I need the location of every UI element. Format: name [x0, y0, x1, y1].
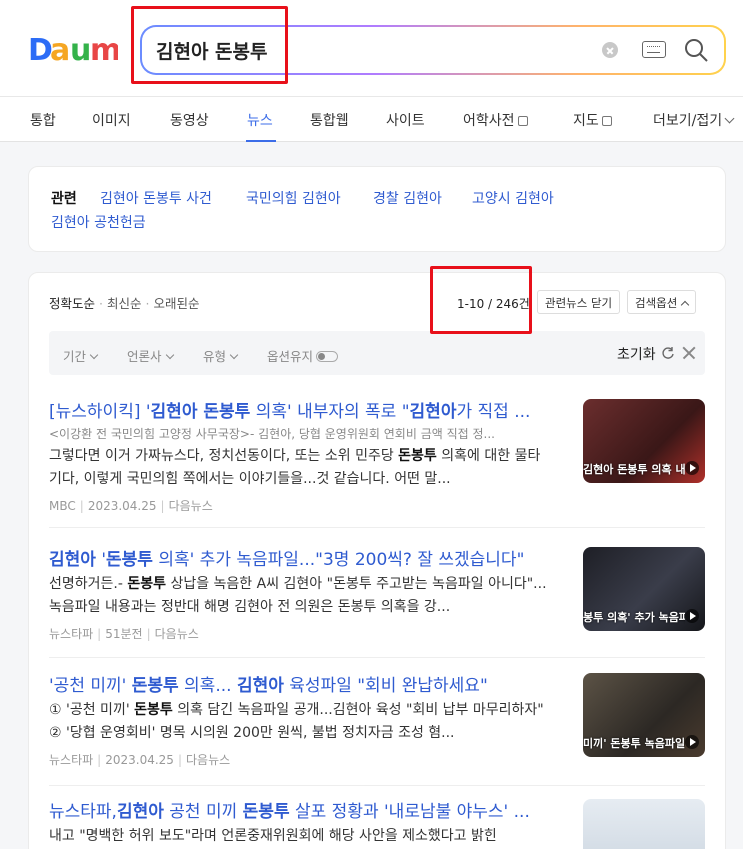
news-thumbnail[interactable]: 김현아 돈봉투 의혹 내부고발자의 폭로 [583, 399, 705, 483]
news-title[interactable]: '공천 미끼' 돈봉투 의혹... 김현아 육성파일 "회비 완납하세요" [49, 671, 549, 696]
tab-image[interactable]: 이미지 [92, 110, 131, 130]
news-date: 2023.04.25 [105, 753, 174, 767]
news-source[interactable]: MBC [49, 499, 76, 513]
thumbnail-caption: 김현아 돈봉투 의혹 내부고발자의 폭로 [583, 463, 685, 476]
svg-text:a: a [50, 33, 70, 66]
svg-text:m: m [90, 33, 118, 66]
tab-site[interactable]: 사이트 [386, 110, 425, 130]
tab-more-label: 더보기/접기 [653, 113, 723, 129]
play-icon [685, 609, 699, 623]
search-icon[interactable] [682, 36, 710, 64]
external-link-icon [517, 116, 528, 126]
news-source[interactable]: 뉴스타파 [49, 753, 93, 767]
tab-bar: 통합 이미지 동영상 뉴스 통합웹 사이트 어학사전 지도 더보기/접기 [0, 96, 743, 142]
news-title[interactable]: 뉴스타파,김현아 공천 미끼 돈봉투 살포 정황과 '내로남불 야누스' ... [49, 797, 549, 822]
tab-more[interactable]: 더보기/접기 [653, 110, 735, 130]
play-icon [685, 735, 699, 749]
news-subtitle: <이강환 전 국민의힘 고양정 사무국장>- 김현아, 당협 운영위원회 연회비… [49, 427, 495, 441]
chevron-down-icon [165, 350, 174, 360]
chevron-up-icon [681, 300, 690, 310]
filter-bar: 기간 언론사 유형 옵션유지 초기화 [49, 331, 705, 375]
news-meta: 뉴스타파 | 51분전 | 다음뉴스 [49, 627, 199, 641]
search-options-button[interactable]: 검색옵션 [627, 290, 697, 314]
external-link-icon [601, 116, 612, 126]
filter-type[interactable]: 유형 [203, 346, 239, 365]
search-options-label: 검색옵션 [635, 296, 678, 310]
tab-news[interactable]: 뉴스 [247, 110, 273, 130]
highlight-box-count [430, 266, 532, 334]
tab-web[interactable]: 통합웹 [310, 110, 349, 130]
chevron-down-icon [724, 113, 735, 124]
news-item: 뉴스타파,김현아 공천 미끼 돈봉투 살포 정황과 '내로남불 야누스' ...… [49, 797, 705, 849]
news-via[interactable]: 다음뉴스 [186, 753, 230, 767]
related-link[interactable]: 국민의힘 김현아 [246, 188, 341, 208]
related-link[interactable]: 김현아 공천헌금 [51, 212, 146, 232]
filter-keep-option-label: 옵션유지 [267, 349, 314, 364]
thumbnail-caption: 봉투 의혹' 추가 녹음파일 0씩? 잘 쓰겠습니다' [583, 611, 685, 624]
keyboard-icon[interactable] [642, 41, 666, 58]
news-date: 51분전 [105, 627, 143, 641]
news-snippet: ① '공천 미끼' 돈봉투 의혹 담긴 녹음파일 공개...김현아 육성 "회비… [49, 702, 544, 741]
news-date: 2023.04.25 [87, 499, 157, 513]
divider [49, 785, 705, 786]
refresh-icon [662, 347, 674, 359]
tab-map-label: 지도 [573, 113, 599, 129]
news-snippet: 내고 "명백한 허위 보도"라며 언론중재위원회에 해당 사안을 제소했다고 밝… [49, 828, 497, 844]
news-thumbnail[interactable]: 미끼' 돈봉투 녹음파일 아 '회비 완납하세요' [583, 673, 705, 757]
toggle-switch[interactable] [316, 351, 339, 362]
daum-logo[interactable]: D a u m [28, 30, 118, 66]
related-link[interactable]: 고양시 김현아 [472, 188, 554, 208]
filter-period[interactable]: 기간 [63, 346, 99, 365]
news-via[interactable]: 다음뉴스 [169, 499, 213, 513]
play-icon [685, 461, 699, 475]
news-title[interactable]: [뉴스하이킥] '김현아 돈봉투 의혹' 내부자의 폭로 "김현아가 직접 ..… [49, 397, 549, 422]
news-meta: 뉴스타파 | 2023.04.25 | 다음뉴스 [49, 753, 231, 767]
filter-press[interactable]: 언론사 [127, 346, 174, 365]
related-link[interactable]: 경찰 김현아 [373, 188, 442, 208]
sort-latest[interactable]: 최신순 [107, 296, 142, 311]
sort-oldest[interactable]: 오래된순 [154, 296, 200, 311]
filter-type-label: 유형 [203, 349, 227, 364]
news-results: 정확도순 · 최신순 · 오래된순 1-10 / 246건 관련뉴스 닫기 검색옵션 기… [28, 272, 726, 849]
reset-label: 초기화 [617, 347, 656, 363]
news-snippet: 선명하거든.- 돈봉투 상납을 녹음한 A씨 김현아 "돈봉투 주고받는 녹음파… [49, 576, 547, 615]
close-related-news-button[interactable]: 관련뉴스 닫기 [537, 290, 621, 314]
tab-video[interactable]: 동영상 [170, 110, 209, 130]
chevron-down-icon [229, 350, 239, 360]
highlight-box-query [131, 6, 288, 84]
header: D a u m 김현아 돈봉투 [0, 0, 743, 96]
news-item: 김현아 '돈봉투 의혹' 추가 녹음파일..."3명 200씩? 잘 쓰겠습니다… [49, 545, 705, 645]
sort-accuracy[interactable]: 정확도순 [49, 296, 95, 311]
divider [49, 657, 705, 658]
news-snippet: 그렇다면 이거 가짜뉴스다, 정치선동이다, 또는 소위 민주당 돈봉투 의혹에… [49, 448, 541, 487]
filter-press-label: 언론사 [127, 349, 162, 364]
news-via[interactable]: 다음뉴스 [155, 627, 199, 641]
thumbnail-caption: 미끼' 돈봉투 녹음파일 아 '회비 완납하세요' [583, 737, 685, 750]
tab-all[interactable]: 통합 [30, 110, 56, 130]
related-label: 관련 [51, 191, 77, 207]
close-icon[interactable] [681, 345, 697, 361]
chevron-down-icon [89, 350, 99, 360]
tab-map[interactable]: 지도 [573, 110, 612, 130]
active-tab-indicator [246, 140, 276, 142]
related-link[interactable]: 김현아 돈봉투 사건 [100, 188, 212, 208]
tab-dictionary[interactable]: 어학사전 [463, 110, 528, 130]
clear-icon[interactable] [602, 42, 618, 58]
divider [49, 527, 705, 528]
tab-dictionary-label: 어학사전 [463, 113, 515, 129]
filter-period-label: 기간 [63, 349, 87, 364]
news-item: '공천 미끼' 돈봉투 의혹... 김현아 육성파일 "회비 완납하세요" ① … [49, 671, 705, 771]
svg-text:u: u [70, 33, 91, 66]
news-source[interactable]: 뉴스타파 [49, 627, 93, 641]
news-meta: MBC | 2023.04.25 | 다음뉴스 [49, 499, 213, 513]
news-item: [뉴스하이킥] '김현아 돈봉투 의혹' 내부자의 폭로 "김현아가 직접 ..… [49, 397, 705, 517]
news-thumbnail[interactable] [583, 799, 705, 849]
sort-options: 정확도순 · 최신순 · 오래된순 [49, 296, 200, 311]
news-title[interactable]: 김현아 '돈봉투 의혹' 추가 녹음파일..."3명 200씩? 잘 쓰겠습니다… [49, 545, 549, 570]
related-searches: 관련 김현아 돈봉투 사건 국민의힘 김현아 경찰 김현아 고양시 김현아 김현… [28, 166, 726, 252]
filter-keep-option[interactable]: 옵션유지 [267, 346, 339, 365]
news-thumbnail[interactable]: 봉투 의혹' 추가 녹음파일 0씩? 잘 쓰겠습니다' [583, 547, 705, 631]
reset-button[interactable]: 초기화 [617, 344, 675, 364]
